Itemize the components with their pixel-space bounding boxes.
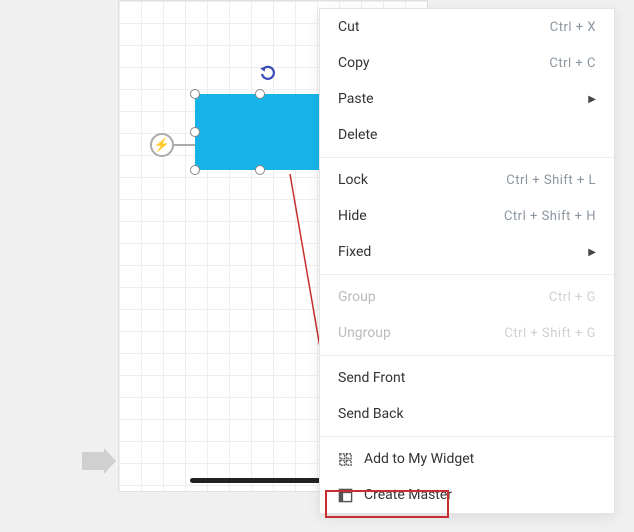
menu-label: Group <box>338 289 376 305</box>
menu-label: Copy <box>338 55 370 71</box>
menu-separator <box>320 274 614 275</box>
menu-item-hide[interactable]: Hide Ctrl + Shift + H <box>320 198 614 234</box>
menu-shortcut: Ctrl + Shift + G <box>504 326 596 341</box>
chevron-right-icon: ▶ <box>588 94 596 105</box>
add-widget-icon <box>338 452 356 467</box>
menu-item-send-back[interactable]: Send Back <box>320 396 614 432</box>
menu-item-paste[interactable]: Paste ▶ <box>320 81 614 117</box>
connector-line <box>174 144 196 146</box>
rotate-icon <box>259 65 277 83</box>
menu-item-lock[interactable]: Lock Ctrl + Shift + L <box>320 162 614 198</box>
resize-handle-s[interactable] <box>255 165 265 175</box>
menu-shortcut: Ctrl + X <box>550 20 596 35</box>
menu-item-cut[interactable]: Cut Ctrl + X <box>320 9 614 45</box>
context-menu: Cut Ctrl + X Copy Ctrl + C Paste ▶ Delet… <box>319 8 615 514</box>
resize-handle-sw[interactable] <box>190 165 200 175</box>
menu-separator <box>320 157 614 158</box>
menu-label: Cut <box>338 19 359 35</box>
side-tab-tip <box>104 448 116 474</box>
menu-item-group: Group Ctrl + G <box>320 279 614 315</box>
menu-label: Send Back <box>338 406 404 422</box>
menu-item-copy[interactable]: Copy Ctrl + C <box>320 45 614 81</box>
menu-shortcut: Ctrl + G <box>549 290 596 305</box>
chevron-right-icon: ▶ <box>588 247 596 258</box>
rotate-handle[interactable] <box>259 64 277 88</box>
menu-item-add-to-my-widget[interactable]: Add to My Widget <box>320 441 614 477</box>
menu-label: Paste <box>338 91 374 107</box>
menu-label: Create Master <box>364 487 452 503</box>
selected-rectangle[interactable] <box>195 94 325 170</box>
interaction-trigger-node[interactable]: ⚡ <box>150 133 174 157</box>
resize-handle-nw[interactable] <box>190 89 200 99</box>
menu-separator <box>320 355 614 356</box>
master-icon <box>338 488 356 503</box>
menu-label: Delete <box>338 127 377 143</box>
side-tab[interactable] <box>82 452 104 470</box>
menu-shortcut: Ctrl + C <box>549 56 596 71</box>
menu-item-delete[interactable]: Delete <box>320 117 614 153</box>
menu-shortcut: Ctrl + Shift + L <box>506 173 596 188</box>
menu-label: Hide <box>338 208 367 224</box>
menu-item-send-front[interactable]: Send Front <box>320 360 614 396</box>
menu-separator <box>320 436 614 437</box>
menu-item-fixed[interactable]: Fixed ▶ <box>320 234 614 270</box>
resize-handle-w[interactable] <box>190 127 200 137</box>
device-home-indicator <box>190 478 330 483</box>
menu-item-create-master[interactable]: Create Master <box>320 477 614 513</box>
resize-handle-n[interactable] <box>255 89 265 99</box>
menu-label: Ungroup <box>338 325 391 341</box>
menu-label: Fixed <box>338 244 371 260</box>
menu-shortcut: Ctrl + Shift + H <box>504 209 596 224</box>
menu-item-ungroup: Ungroup Ctrl + Shift + G <box>320 315 614 351</box>
menu-label: Add to My Widget <box>364 451 474 467</box>
lightning-icon: ⚡ <box>154 138 170 153</box>
menu-label: Lock <box>338 172 368 188</box>
menu-label: Send Front <box>338 370 405 386</box>
